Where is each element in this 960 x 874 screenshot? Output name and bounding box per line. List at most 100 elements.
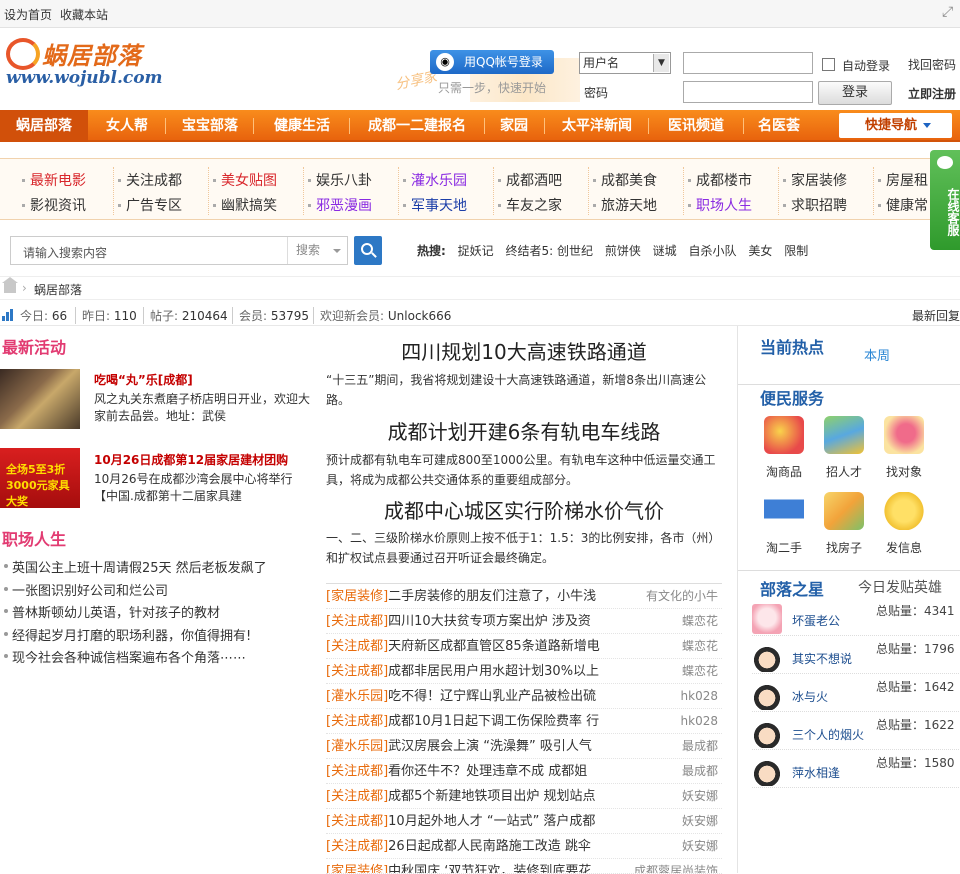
news-category[interactable]: [灌水乐园] (326, 739, 388, 754)
activity-image[interactable]: 全场5至3折 3000元家具大奖 (0, 448, 80, 508)
news-author[interactable]: 妖安娜 (675, 809, 718, 833)
news-author[interactable]: hk028 (674, 709, 718, 733)
activity-title[interactable]: 10月26日成都第12届家居建材团购 (94, 451, 288, 468)
list-item[interactable]: 经得起岁月打磨的职场利器，你值得拥有! (2, 625, 302, 648)
nav-item-women[interactable]: 女人帮 (92, 110, 162, 142)
fullscreen-icon[interactable]: ⤢ (942, 5, 956, 19)
news-author[interactable]: 成都蓉居尚装饰 (627, 859, 718, 873)
news-author[interactable]: hk028 (674, 684, 718, 708)
hot-term[interactable]: 自杀小队 (689, 244, 737, 258)
nav-item-health[interactable]: 健康生活 (258, 110, 346, 142)
link-photos[interactable]: 美女贴图 (221, 170, 277, 190)
news-row[interactable]: [家居装修]中秋国庆 ‘双节狂欢，装修到底要花 成都蓉居尚装饰 (326, 859, 722, 874)
star-row[interactable]: 坏蛋老公 总贴量：4341 (752, 602, 960, 636)
news-category[interactable]: [关注成都] (326, 614, 388, 629)
news-author[interactable]: 蝶恋花 (675, 609, 718, 633)
tab-this-week[interactable]: 本周 (864, 345, 890, 364)
hot-term[interactable]: 谜城 (653, 244, 677, 258)
news-title[interactable]: 武汉房展会上演 “洗澡舞” 吸引人气 (388, 739, 592, 754)
news-title[interactable]: 成都5个新建地铁项目出炉 规划站点 (388, 789, 595, 804)
star-row[interactable]: 萍水相逢 总贴量：1580 (752, 754, 960, 788)
star-row[interactable]: 其实不想说 总贴量：1796 (752, 640, 960, 674)
news-row[interactable]: [关注成都]成都5个新建地铁项目出炉 规划站点 妖安娜 (326, 784, 722, 809)
news-author[interactable]: 最成都 (675, 759, 718, 783)
list-item[interactable]: 普林斯顿幼儿英语，针对孩子的教材 (2, 602, 302, 625)
news-category[interactable]: [关注成都] (326, 839, 388, 854)
nav-item-baby[interactable]: 宝宝部落 (170, 110, 250, 142)
service-shopping[interactable]: 淘商品 (760, 416, 808, 480)
star-row[interactable]: 三个人的烟火 总贴量：1622 (752, 716, 960, 750)
service-recruit[interactable]: 招人才 (820, 416, 868, 480)
star-name[interactable]: 三个人的烟火 (792, 726, 864, 743)
news-row[interactable]: [关注成都]天府新区成都直管区85条道路新增电 蝶恋花 (326, 634, 722, 659)
quick-nav-button[interactable]: 快捷导航 (839, 113, 952, 138)
news-title[interactable]: 26日起成都人民南路施工改造 跳伞 (388, 839, 591, 854)
news-title[interactable]: 10月起外地人才 “一站式” 落户成都 (388, 814, 595, 829)
nav-item-wojubl[interactable]: 蜗居部落 (0, 110, 88, 142)
news-author[interactable]: 蝶恋花 (675, 634, 718, 658)
nav-item-doctors[interactable]: 名医荟 (748, 110, 810, 142)
star-name[interactable]: 冰与火 (792, 688, 828, 705)
hot-term[interactable]: 煎饼侠 (605, 244, 641, 258)
news-row[interactable]: [灌水乐园]吃不得！辽宁辉山乳业产品被检出硫 hk028 (326, 684, 722, 709)
link-bars[interactable]: 成都酒吧 (506, 170, 562, 190)
news-row[interactable]: [关注成都]10月起外地人才 “一站式” 落户成都 妖安娜 (326, 809, 722, 834)
hot-term[interactable]: 终结者5: 创世纪 (505, 244, 593, 258)
link-military[interactable]: 军事天地 (411, 195, 467, 215)
service-dating[interactable]: 找对象 (880, 416, 928, 480)
hot-term[interactable]: 捉妖记 (458, 244, 494, 258)
news-title[interactable]: 四川10大扶贫专项方案出炉 涉及资 (388, 614, 591, 629)
link-humor[interactable]: 幽默搞笑 (221, 195, 277, 215)
list-item[interactable]: 英国公主上班十周请假25天 然后老板发飙了 (2, 557, 302, 580)
find-password-link[interactable]: 找回密码 (908, 56, 956, 73)
auto-login-checkbox[interactable] (822, 58, 835, 71)
link-ad-zone[interactable]: 广告专区 (126, 195, 182, 215)
service-message[interactable]: 发信息 (880, 492, 928, 556)
news-title[interactable]: 天府新区成都直管区85条道路新增电 (388, 639, 600, 654)
headline-title[interactable]: 成都计划开建6条有轨电车线路 (324, 416, 724, 445)
news-category[interactable]: [关注成都] (326, 814, 388, 829)
news-title[interactable]: 成都10月1日起下调工伤保险费率 行 (388, 714, 599, 729)
home-icon[interactable] (2, 277, 18, 293)
username-type-select[interactable]: 用户名 ▼ (579, 52, 671, 74)
star-name[interactable]: 其实不想说 (792, 650, 852, 667)
avatar[interactable] (752, 642, 782, 672)
link-movie-news[interactable]: 影视资讯 (30, 195, 86, 215)
link-gossip[interactable]: 娱乐八卦 (316, 170, 372, 190)
news-row[interactable]: [灌水乐园]武汉房展会上演 “洗澡舞” 吸引人气 最成都 (326, 734, 722, 759)
news-title[interactable]: 成都非居民用户用水超计划30%以上 (388, 664, 599, 679)
activity-title[interactable]: 吃喝“丸”乐[成都] (94, 371, 193, 388)
list-item[interactable]: 一张图识别好公司和烂公司 (2, 580, 302, 603)
news-category[interactable]: [关注成都] (326, 789, 388, 804)
login-button[interactable]: 登录 (818, 81, 892, 105)
online-service-tab[interactable]: 在线客服 (930, 150, 960, 250)
nav-item-news[interactable]: 太平洋新闻 (550, 110, 644, 142)
link-health-tips[interactable]: 健康常 (886, 195, 928, 215)
star-name[interactable]: 萍水相逢 (792, 764, 840, 781)
news-row[interactable]: [关注成都]26日起成都人民南路施工改造 跳伞 妖安娜 (326, 834, 722, 859)
hot-term[interactable]: 限制 (784, 244, 808, 258)
search-category-select[interactable]: 搜索 (287, 237, 349, 264)
news-category[interactable]: [家居装修] (326, 589, 388, 604)
news-category[interactable]: [灌水乐园] (326, 689, 388, 704)
bookmark-link[interactable]: 收藏本站 (60, 6, 108, 23)
headline-title[interactable]: 四川规划10大高速铁路通道 (324, 336, 724, 365)
link-property[interactable]: 成都楼市 (696, 170, 752, 190)
link-food[interactable]: 成都美食 (601, 170, 657, 190)
qq-login-button[interactable]: ◉ 用QQ帐号登录 (430, 50, 554, 74)
news-author[interactable]: 有文化的小牛 (639, 584, 718, 608)
news-title[interactable]: 看你还牛不？处理违章不成 成都姐 (388, 764, 587, 779)
avatar[interactable] (752, 756, 782, 786)
service-housing[interactable]: 找房子 (820, 492, 868, 556)
link-water-park[interactable]: 灌水乐园 (411, 170, 467, 190)
link-decoration[interactable]: 家居装修 (791, 170, 847, 190)
latest-replies-link[interactable]: 最新回复 (912, 307, 960, 324)
news-author[interactable]: 妖安娜 (675, 784, 718, 808)
news-title[interactable]: 二手房装修的朋友们注意了，小牛浅 (388, 589, 596, 604)
list-item[interactable]: 现今社会各种诚信档案遍布各个角落⋯⋯ (2, 647, 302, 670)
news-author[interactable]: 蝶恋花 (675, 659, 718, 683)
password-input[interactable] (683, 81, 813, 103)
register-link[interactable]: 立即注册 (908, 85, 956, 102)
news-category[interactable]: [关注成都] (326, 764, 388, 779)
news-title[interactable]: 吃不得！辽宁辉山乳业产品被检出硫 (388, 689, 596, 704)
